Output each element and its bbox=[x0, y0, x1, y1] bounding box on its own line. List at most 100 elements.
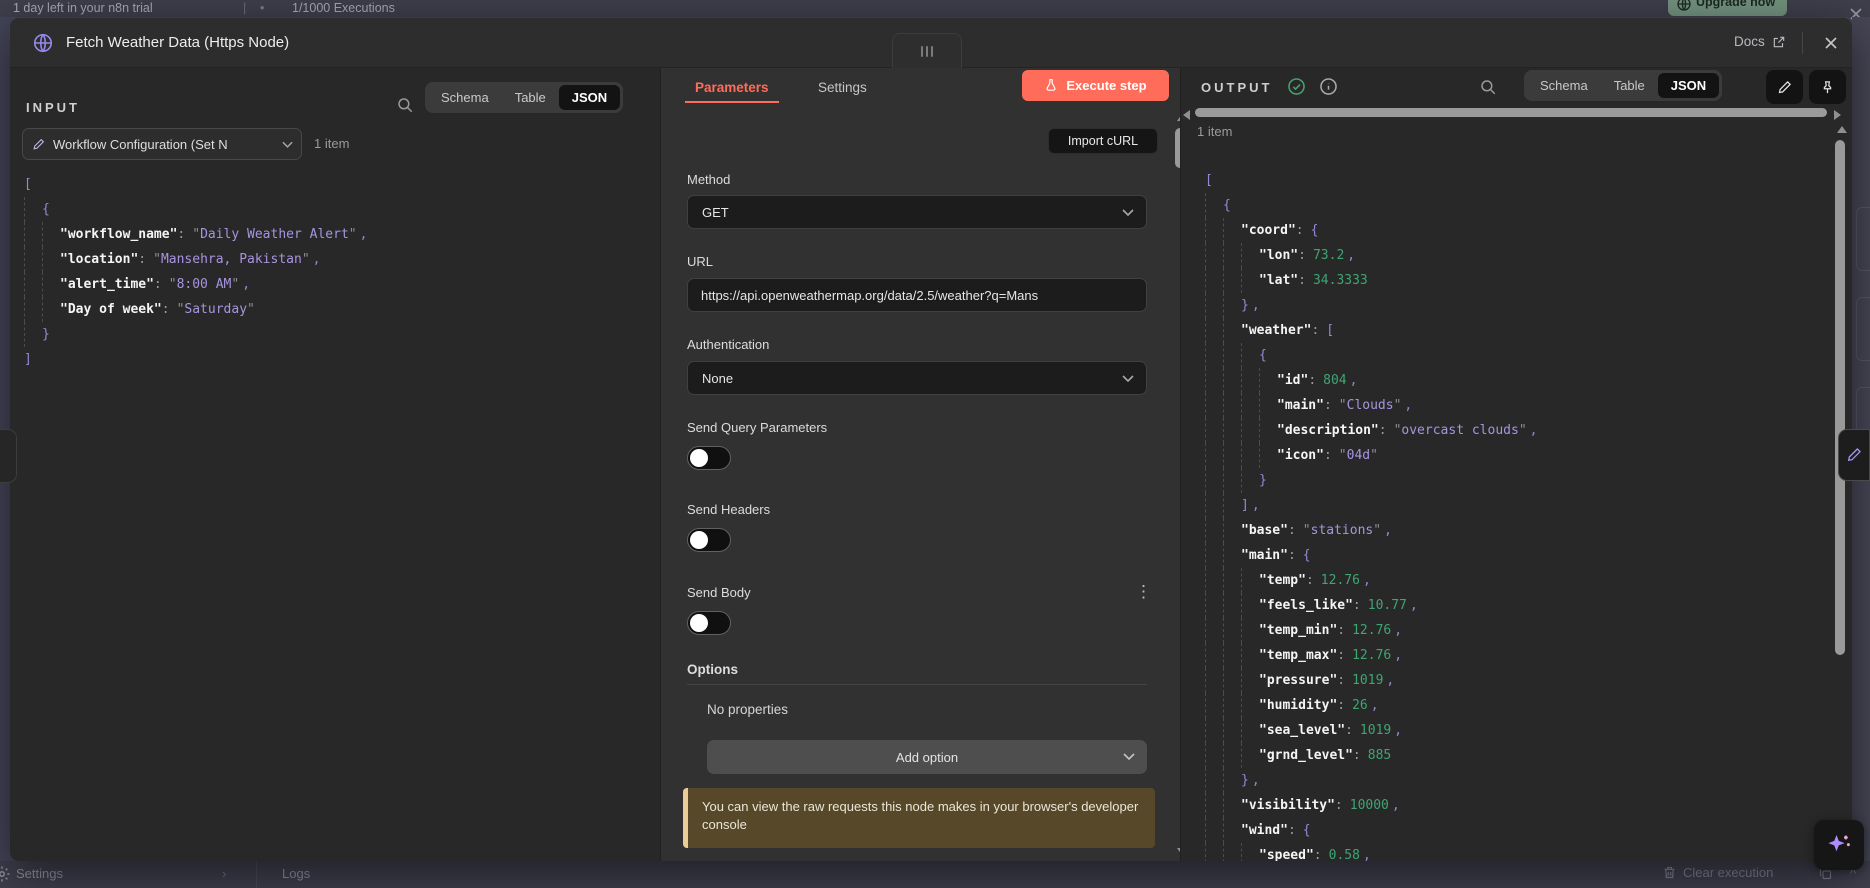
json-line: "coord":{ bbox=[1205, 218, 1826, 243]
source-selector-label: Workflow Configuration (Set N bbox=[53, 136, 228, 152]
output-hscrollbar-thumb[interactable] bbox=[1195, 108, 1827, 117]
json-line: "temp": 12.76, bbox=[1205, 568, 1826, 593]
ai-assistant-button[interactable] bbox=[1814, 820, 1864, 870]
execute-step-button[interactable]: Execute step bbox=[1022, 70, 1169, 101]
docs-link[interactable]: Docs bbox=[1734, 34, 1786, 49]
scroll-up-arrow[interactable] bbox=[1837, 126, 1847, 133]
edit-flyout-tab[interactable] bbox=[1838, 429, 1870, 481]
no-properties-text: No properties bbox=[707, 702, 789, 717]
toggle-knob bbox=[690, 449, 708, 467]
send-body-label: Send Body bbox=[687, 585, 751, 600]
output-json-view[interactable]: [{"coord":{"lon": 73.2, "lat": 34.3333}, "we… bbox=[1205, 168, 1826, 861]
edit-output-button[interactable] bbox=[1766, 70, 1803, 104]
json-line: "icon": "04d" bbox=[1205, 443, 1826, 468]
gear-icon[interactable] bbox=[0, 865, 11, 883]
authentication-value: None bbox=[702, 370, 734, 386]
node-detail-modal: Fetch Weather Data (Https Node) Docs INP… bbox=[10, 18, 1852, 861]
import-curl-label: Import cURL bbox=[1067, 134, 1139, 148]
json-line: }, bbox=[1205, 768, 1826, 793]
trash-icon bbox=[1664, 866, 1675, 879]
close-icon[interactable] bbox=[1822, 34, 1840, 52]
panel-drag-handle[interactable] bbox=[892, 33, 962, 69]
toggle-knob bbox=[690, 531, 708, 549]
json-line: { bbox=[1205, 343, 1826, 368]
chevron-down-icon bbox=[1122, 375, 1134, 383]
url-input[interactable] bbox=[687, 278, 1147, 312]
json-line: "location": "Mansehra, Pakistan", bbox=[24, 247, 650, 272]
json-line: { bbox=[1205, 193, 1826, 218]
json-line: "pressure": 1019, bbox=[1205, 668, 1826, 693]
input-source-selector[interactable]: Workflow Configuration (Set N bbox=[22, 128, 302, 160]
clear-execution-button[interactable]: Clear execution bbox=[1662, 865, 1773, 880]
success-check-icon bbox=[1288, 78, 1305, 95]
sparkle-icon bbox=[1828, 835, 1850, 852]
output-panel: OUTPUT Schema Table JSON 1 item [{"coord… bbox=[1180, 68, 1852, 861]
json-line: "main": "Clouds", bbox=[1205, 393, 1826, 418]
json-line: "speed": 0.58, bbox=[1205, 843, 1826, 861]
json-line: "main":{ bbox=[1205, 543, 1826, 568]
chevron-right-icon[interactable]: › bbox=[222, 866, 226, 881]
https-node-globe-icon bbox=[33, 33, 53, 53]
output-tab-json[interactable]: JSON bbox=[1657, 73, 1720, 98]
json-line: [ bbox=[24, 177, 32, 192]
tab-settings[interactable]: Settings bbox=[818, 80, 867, 95]
output-search-icon[interactable] bbox=[1479, 78, 1497, 96]
pin-data-button[interactable] bbox=[1809, 70, 1846, 104]
add-option-label: Add option bbox=[895, 749, 959, 765]
input-items-count: 1 item bbox=[314, 136, 350, 151]
input-search-icon[interactable] bbox=[396, 96, 414, 114]
input-tab-table[interactable]: Table bbox=[502, 85, 559, 110]
output-scrollbar-thumb[interactable] bbox=[1835, 140, 1845, 655]
output-view-tabs: Schema Table JSON bbox=[1524, 70, 1723, 101]
pencil-icon bbox=[1847, 448, 1861, 462]
trial-text: 1 day left in your n8n trial bbox=[13, 1, 153, 15]
json-line: ], bbox=[1205, 493, 1826, 518]
info-icon[interactable] bbox=[1319, 77, 1338, 96]
output-tab-schema[interactable]: Schema bbox=[1527, 73, 1601, 98]
input-json-view[interactable]: [{"workflow_name": "Daily Weather Alert",… bbox=[24, 172, 650, 861]
kebab-menu-icon[interactable]: ⋮ bbox=[1135, 583, 1152, 600]
screen: 1 day left in your n8n trial | • 1/1000 … bbox=[0, 0, 1870, 888]
json-line: "base": "stations", bbox=[1205, 518, 1826, 543]
json-line: "temp_min": 12.76, bbox=[1205, 618, 1826, 643]
authentication-select[interactable]: None bbox=[687, 361, 1147, 395]
input-tab-json[interactable]: JSON bbox=[558, 85, 621, 110]
send-headers-label: Send Headers bbox=[687, 502, 771, 517]
json-line: "description": "overcast clouds", bbox=[1205, 418, 1826, 443]
hscroll-left-arrow[interactable] bbox=[1183, 110, 1190, 120]
method-label: Method bbox=[687, 172, 731, 187]
output-tab-table[interactable]: Table bbox=[1601, 73, 1658, 98]
json-line: "Day of week": "Saturday" bbox=[24, 297, 650, 322]
authentication-label: Authentication bbox=[687, 337, 770, 352]
json-line: "lat": 34.3333 bbox=[1205, 268, 1826, 293]
import-curl-button[interactable]: Import cURL bbox=[1048, 128, 1158, 154]
upgrade-now-button[interactable]: Upgrade now bbox=[1668, 0, 1788, 16]
json-line: "visibility": 10000, bbox=[1205, 793, 1826, 818]
send-body-toggle[interactable] bbox=[687, 611, 731, 635]
tab-parameters[interactable]: Parameters bbox=[695, 80, 769, 95]
pencil-icon bbox=[1778, 80, 1792, 93]
flask-icon bbox=[1046, 79, 1056, 91]
input-panel: INPUT Schema Table JSON Workflow Configu… bbox=[10, 68, 661, 861]
json-line: "temp_max": 12.76, bbox=[1205, 643, 1826, 668]
json-line: "workflow_name": "Daily Weather Alert", bbox=[24, 222, 650, 247]
json-line: "humidity": 26, bbox=[1205, 693, 1826, 718]
send-query-toggle[interactable] bbox=[687, 446, 731, 470]
input-tab-schema[interactable]: Schema bbox=[428, 85, 502, 110]
active-tab-underline bbox=[685, 101, 779, 103]
footer-settings[interactable]: Settings bbox=[16, 866, 63, 881]
method-select[interactable]: GET bbox=[687, 195, 1147, 229]
parameters-panel: Parameters Settings Execute step Import … bbox=[661, 68, 1190, 861]
input-flyout-tab[interactable] bbox=[0, 429, 17, 483]
chevron-down-icon bbox=[1123, 753, 1135, 761]
footer-logs-tab[interactable]: Logs bbox=[282, 866, 310, 881]
trial-banner: 1 day left in your n8n trial | • 1/1000 … bbox=[0, 0, 1870, 17]
clear-execution-label: Clear execution bbox=[1683, 865, 1774, 880]
json-line: "alert_time": "8:00 AM", bbox=[24, 272, 650, 297]
send-headers-toggle[interactable] bbox=[687, 528, 731, 552]
raw-requests-notice: You can view the raw requests this node … bbox=[683, 788, 1155, 848]
hscroll-right-arrow[interactable] bbox=[1834, 110, 1841, 120]
globe-icon bbox=[1677, 0, 1691, 11]
add-option-select[interactable]: Add option bbox=[707, 740, 1147, 774]
json-line: "feels_like": 10.77, bbox=[1205, 593, 1826, 618]
